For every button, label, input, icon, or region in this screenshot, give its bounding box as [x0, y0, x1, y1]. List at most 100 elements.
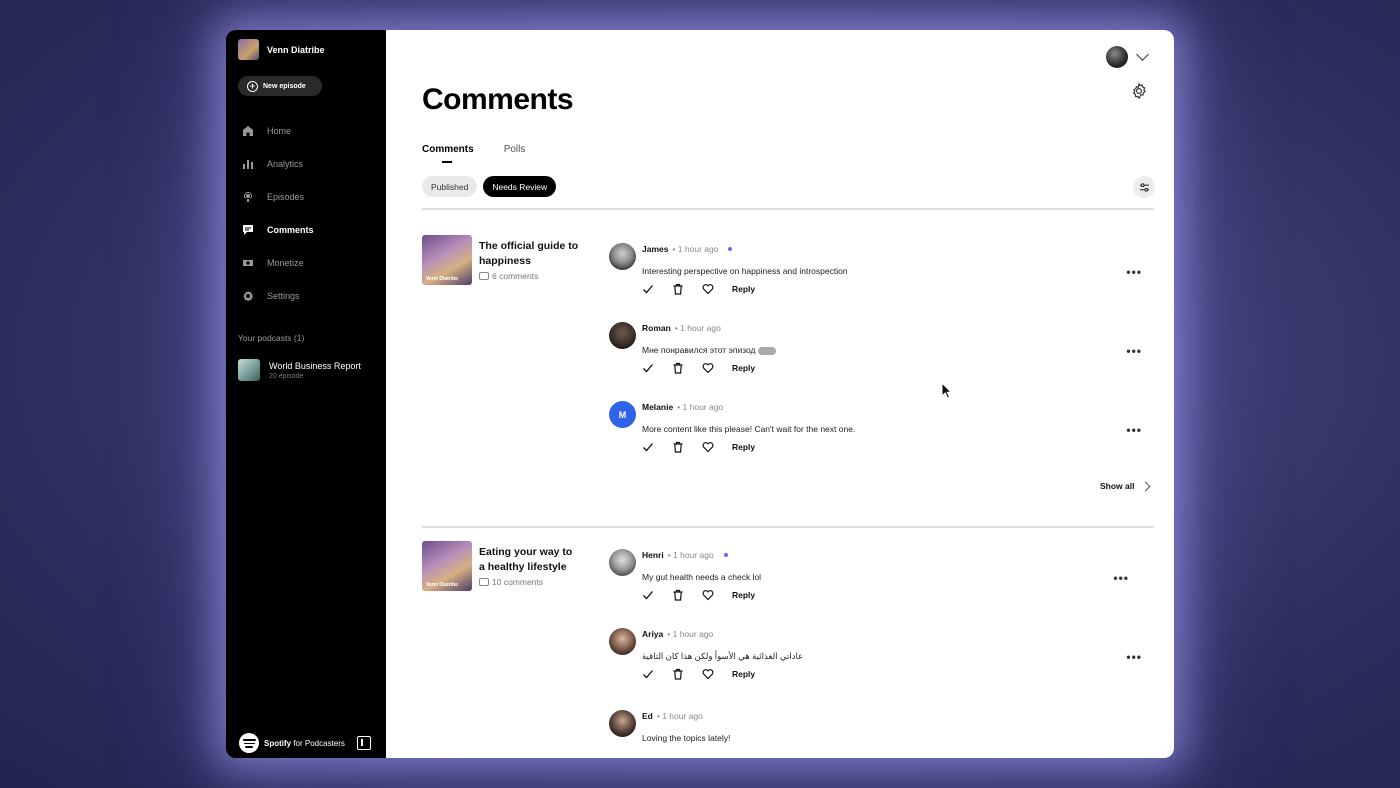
comment-time: • 1 hour ago: [672, 244, 719, 254]
gear-icon[interactable]: [1130, 82, 1148, 100]
like-heart-icon[interactable]: [702, 283, 714, 295]
podcast-item[interactable]: World Business Report 20 episode: [238, 359, 361, 381]
comment-text: Мне понравился этот эпизод: [642, 345, 776, 355]
sidebar-item-label: Home: [267, 125, 292, 136]
comment-header: Ariya • 1 hour ago: [642, 629, 713, 639]
collapse-sidebar-icon[interactable]: [357, 736, 371, 750]
commenter-name: Ariya: [642, 629, 664, 639]
approve-check-icon[interactable]: [642, 589, 654, 601]
tab-polls[interactable]: Polls: [504, 144, 526, 155]
tab-bar: Comments Polls: [422, 144, 526, 163]
sidebar: Venn Diatribe + New episode Home Analyti…: [226, 30, 386, 758]
approve-check-icon[interactable]: [642, 362, 654, 374]
filter-needs-review[interactable]: Needs Review: [483, 176, 557, 197]
spotify-icon: [239, 733, 259, 753]
sidebar-item-settings[interactable]: Settings: [242, 279, 382, 312]
delete-trash-icon[interactable]: [672, 362, 684, 374]
spotify-for-podcasters-logo: Spotify for Podcasters: [239, 733, 345, 753]
commenter-avatar: [609, 549, 636, 576]
new-episode-label: New episode: [263, 82, 306, 90]
episode-title[interactable]: Eating your way to a healthy lifestyle: [479, 545, 579, 575]
commenter-name: Henri: [642, 550, 664, 560]
comment-header: Ed • 1 hour ago: [642, 711, 703, 721]
like-heart-icon[interactable]: [702, 362, 714, 374]
plus-icon: +: [247, 80, 258, 92]
show-all-button[interactable]: Show all: [1100, 481, 1151, 491]
approve-check-icon[interactable]: [642, 441, 654, 453]
reply-button[interactable]: Reply: [732, 669, 755, 679]
divider: [422, 526, 1154, 528]
app-window: Venn Diatribe + New episode Home Analyti…: [226, 30, 1174, 758]
comment-actions: Reply: [642, 441, 755, 453]
delete-trash-icon[interactable]: [672, 589, 684, 601]
sidebar-item-comments[interactable]: Comments: [242, 213, 382, 246]
comment-count-label: 6 comments: [492, 271, 539, 281]
main-content: Comments Comments Polls Published Needs …: [386, 30, 1174, 758]
cover-text: Venn Diatribe: [426, 276, 458, 282]
like-heart-icon[interactable]: [702, 668, 714, 680]
more-options-icon[interactable]: •••: [1113, 571, 1129, 585]
chevron-right-icon: [1141, 481, 1151, 491]
sidebar-item-label: Comments: [267, 224, 314, 235]
unread-dot-icon: [723, 553, 728, 557]
delete-trash-icon[interactable]: [672, 668, 684, 680]
comments-icon: [243, 224, 253, 235]
filter-settings-button[interactable]: [1133, 176, 1155, 198]
more-options-icon[interactable]: •••: [1126, 423, 1142, 437]
like-heart-icon[interactable]: [702, 441, 714, 453]
sidebar-item-monetize[interactable]: Monetize: [242, 246, 382, 279]
new-episode-button[interactable]: + New episode: [238, 76, 322, 96]
like-heart-icon[interactable]: [702, 589, 714, 601]
divider: [422, 208, 1154, 210]
comment-actions: Reply: [642, 283, 755, 295]
comment-header: James • 1 hour ago: [642, 244, 733, 254]
delete-trash-icon[interactable]: [672, 441, 684, 453]
comment-time: • 1 hour ago: [656, 711, 703, 721]
comment-time: • 1 hour ago: [677, 402, 724, 412]
tab-comments[interactable]: Comments: [422, 144, 474, 163]
commenter-name: Melanie: [642, 402, 674, 412]
podcast-cover: [238, 359, 260, 381]
reply-button[interactable]: Reply: [732, 284, 755, 294]
show-switcher[interactable]: Venn Diatribe: [238, 39, 325, 60]
episode-cover[interactable]: Venn Diatribe: [422, 541, 472, 591]
sidebar-item-label: Monetize: [267, 257, 304, 268]
reply-button[interactable]: Reply: [732, 363, 755, 373]
approve-check-icon[interactable]: [642, 283, 654, 295]
commenter-avatar: M: [609, 401, 636, 428]
sidebar-item-home[interactable]: Home: [242, 114, 382, 147]
episode-cover[interactable]: Venn Diatribe: [422, 235, 472, 285]
podcast-episode-count: 20 episode: [269, 372, 304, 380]
comment-count-label: 10 comments: [492, 577, 544, 587]
sidebar-item-episodes[interactable]: Episodes: [242, 180, 382, 213]
reply-button[interactable]: Reply: [732, 590, 755, 600]
comment-header: Henri • 1 hour ago: [642, 550, 728, 560]
more-options-icon[interactable]: •••: [1126, 265, 1142, 279]
commenter-avatar: [609, 243, 636, 270]
comment-header: Roman • 1 hour ago: [642, 323, 721, 333]
user-avatar[interactable]: [1106, 46, 1128, 68]
comment-text-body: Мне понравился этот эпизод: [642, 345, 756, 355]
your-podcasts-heading: Your podcasts (1): [238, 333, 305, 343]
sidebar-item-label: Episodes: [267, 191, 305, 202]
show-name: Venn Diatribe: [267, 44, 325, 55]
comment-header: Melanie • 1 hour ago: [642, 402, 723, 412]
filter-published[interactable]: Published: [422, 176, 478, 197]
episodes-icon: [244, 191, 252, 202]
reply-button[interactable]: Reply: [732, 442, 755, 452]
commenter-avatar: [609, 628, 636, 655]
page-title: Comments: [422, 83, 574, 116]
delete-trash-icon[interactable]: [672, 283, 684, 295]
chevron-down-icon[interactable]: [1136, 48, 1149, 61]
more-options-icon[interactable]: •••: [1126, 650, 1142, 664]
heart-emoji-icon: [757, 346, 776, 355]
more-options-icon[interactable]: •••: [1126, 344, 1142, 358]
comment-time: • 1 hour ago: [667, 629, 714, 639]
comment-actions: Reply: [642, 589, 755, 601]
sidebar-item-analytics[interactable]: Analytics: [242, 147, 382, 180]
episode-title[interactable]: The official guide to happiness: [479, 239, 579, 269]
comment-count: 6 comments: [479, 271, 538, 281]
approve-check-icon[interactable]: [642, 668, 654, 680]
comment-actions: Reply: [642, 668, 755, 680]
sidebar-nav: Home Analytics Episodes Comments Monetiz…: [242, 114, 382, 312]
